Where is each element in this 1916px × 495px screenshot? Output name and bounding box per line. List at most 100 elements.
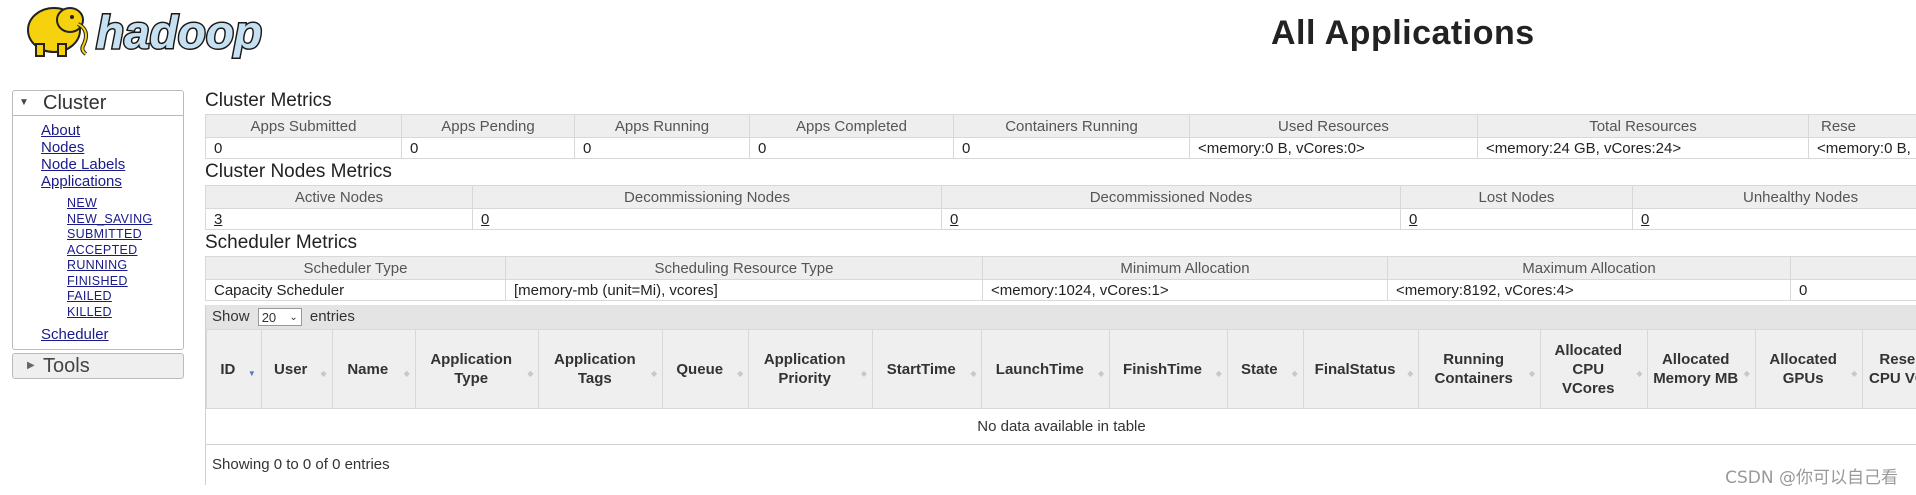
col-header: Scheduling Resource Type (505, 256, 983, 280)
page-title: All Applications (1271, 14, 1535, 52)
sort-icon: ◆ (860, 369, 867, 378)
col-header-application-priority[interactable]: Application Priority ◆ (748, 329, 873, 409)
col-header: Apps Pending (401, 114, 575, 138)
col-header-running-containers[interactable]: Running Containers ◆ (1418, 329, 1542, 409)
hadoop-logo[interactable]: hadoop hadoop (14, 0, 314, 66)
col-header-allocated-cpu-vcores[interactable]: Allocated CPU VCores ◆ (1540, 329, 1649, 409)
col-header: Unhealthy Nodes (1632, 185, 1916, 209)
app-state-killed[interactable]: KILLED (67, 305, 183, 321)
nav-link-nodes[interactable]: Nodes (41, 139, 183, 156)
metric-value: 0 (749, 137, 954, 159)
cluster-metrics-title: Cluster Metrics (205, 90, 332, 111)
col-header: Rese (1808, 114, 1916, 138)
sort-icon: ◆ (1636, 369, 1643, 378)
cluster-label: Cluster (43, 92, 107, 114)
nav-link-scheduler[interactable]: Scheduler (41, 326, 183, 343)
main-content: Cluster Metrics Apps Submitted Apps Pend… (205, 88, 1916, 485)
sort-icon: ◆ (320, 369, 327, 378)
col-header-allocated-gpus[interactable]: Allocated GPUs ◆ (1754, 329, 1864, 409)
active-nodes-link[interactable]: 3 (214, 211, 222, 228)
col-header-queue[interactable]: Queue ◆ (662, 329, 750, 409)
app-state-failed[interactable]: FAILED (67, 289, 183, 305)
svg-text:hadoop: hadoop (96, 6, 262, 58)
metric-value: Capacity Scheduler (205, 279, 506, 301)
col-header: Minimum Allocation (982, 256, 1388, 280)
app-state-finished[interactable]: FINISHED (67, 274, 183, 290)
col-header: Lost Nodes (1400, 185, 1633, 209)
watermark: CSDN @你可以自己看 (1725, 468, 1898, 488)
col-header-reserved-cpu-vcores[interactable]: Reserved CPU VCores◆ (1862, 329, 1916, 409)
page-size-select[interactable]: 20 ⌄ (257, 308, 302, 327)
col-header (1790, 256, 1916, 280)
sort-icon: ◆ (737, 369, 744, 378)
col-header-launchtime[interactable]: LaunchTime ◆ (981, 329, 1111, 409)
expand-triangle-icon: ▶ (27, 360, 35, 371)
col-header-state[interactable]: State ◆ (1226, 329, 1304, 409)
metric-value: 0 (574, 137, 750, 159)
col-header: Apps Submitted (205, 114, 402, 138)
chevron-down-icon: ⌄ (289, 312, 298, 324)
nav-link-about[interactable]: About (41, 122, 183, 139)
col-header-application-type[interactable]: Application Type ◆ (414, 329, 540, 409)
app-state-links: NEW NEW_SAVING SUBMITTED ACCEPTED RUNNIN… (41, 196, 183, 320)
cluster-metrics-table: Apps Submitted Apps Pending Apps Running… (205, 114, 1916, 159)
col-header-finalstatus[interactable]: FinalStatus ◆ (1302, 329, 1420, 409)
empty-table-message: No data available in table (206, 409, 1916, 445)
metric-value: 0 (953, 137, 1190, 159)
col-header: Active Nodes (205, 185, 473, 209)
sort-icon: ◆ (1098, 369, 1105, 378)
app-state-running[interactable]: RUNNING (67, 258, 183, 274)
tools-nav-header[interactable]: ▶ Tools (12, 353, 184, 379)
lost-nodes-link[interactable]: 0 (1409, 211, 1417, 228)
col-header: Apps Completed (749, 114, 954, 138)
app-state-new[interactable]: NEW (67, 196, 183, 212)
unhealthy-nodes-link[interactable]: 0 (1641, 211, 1649, 228)
metric-value: 0 (1790, 279, 1916, 301)
decommissioned-nodes-link[interactable]: 0 (950, 211, 958, 228)
sidebar: ▼ Cluster About Nodes Node Labels Applic… (12, 90, 184, 379)
col-header: Apps Running (574, 114, 750, 138)
cluster-nodes-metrics-title: Cluster Nodes Metrics (205, 161, 392, 182)
header: hadoop hadoop All Applications (0, 0, 1916, 80)
decommissioning-nodes-link[interactable]: 0 (481, 211, 489, 228)
sort-icon: ◆ (403, 369, 410, 378)
metric-value: <memory:8192, vCores:4> (1387, 279, 1791, 301)
metric-value: 0 (401, 137, 575, 159)
col-header-allocated-memory-mb[interactable]: Allocated Memory MB ◆ (1647, 329, 1756, 409)
col-header: Scheduler Type (205, 256, 506, 280)
metric-value: 0 (205, 137, 402, 159)
sort-icon: ◆ (970, 369, 977, 378)
collapse-triangle-icon: ▼ (19, 97, 29, 108)
app-state-accepted[interactable]: ACCEPTED (67, 243, 183, 259)
metric-value: [memory-mb (unit=Mi), vcores] (505, 279, 983, 301)
metric-value: <memory:1024, vCores:1> (982, 279, 1388, 301)
col-header-id[interactable]: ID ▼ (206, 329, 262, 409)
col-header-name[interactable]: Name ◆ (331, 329, 416, 409)
col-header: Total Resources (1477, 114, 1809, 138)
sort-icon: ◆ (1215, 369, 1222, 378)
cluster-nav: ▼ Cluster About Nodes Node Labels Applic… (12, 90, 184, 350)
table-info: Showing 0 to 0 of 0 entries (212, 456, 390, 473)
applications-table-wrapper: Show 20 ⌄ entries ID ▼ User ◆ Name ◆ Applica… (205, 305, 1916, 485)
sort-icon: ◆ (1407, 369, 1414, 378)
col-header-application-tags[interactable]: Application Tags ◆ (538, 329, 664, 409)
metric-value: <memory:0 B, vCores:0> (1189, 137, 1478, 159)
col-header: Maximum Allocation (1387, 256, 1791, 280)
elephant-icon (27, 7, 88, 57)
page-length-bar: Show 20 ⌄ entries (206, 305, 1916, 329)
sort-icon: ◆ (1851, 369, 1858, 378)
col-header-finishtime[interactable]: FinishTime ◆ (1109, 329, 1228, 409)
metric-value: <memory:0 B, (1808, 137, 1916, 159)
scheduler-metrics-title: Scheduler Metrics (205, 232, 358, 253)
col-header-user[interactable]: User ◆ (260, 329, 333, 409)
nav-link-applications[interactable]: Applications (41, 173, 183, 190)
app-state-submitted[interactable]: SUBMITTED (67, 227, 183, 243)
cluster-nav-header[interactable]: ▼ Cluster (13, 91, 183, 116)
app-state-new-saving[interactable]: NEW_SAVING (67, 212, 183, 228)
col-header-starttime[interactable]: StartTime ◆ (871, 329, 983, 409)
col-header: Containers Running (953, 114, 1190, 138)
nav-link-node-labels[interactable]: Node Labels (41, 156, 183, 173)
scheduler-metrics-table: Scheduler Type Scheduling Resource Type … (205, 256, 1916, 301)
sort-icon: ◆ (1743, 369, 1750, 378)
entries-label: entries (309, 308, 355, 325)
